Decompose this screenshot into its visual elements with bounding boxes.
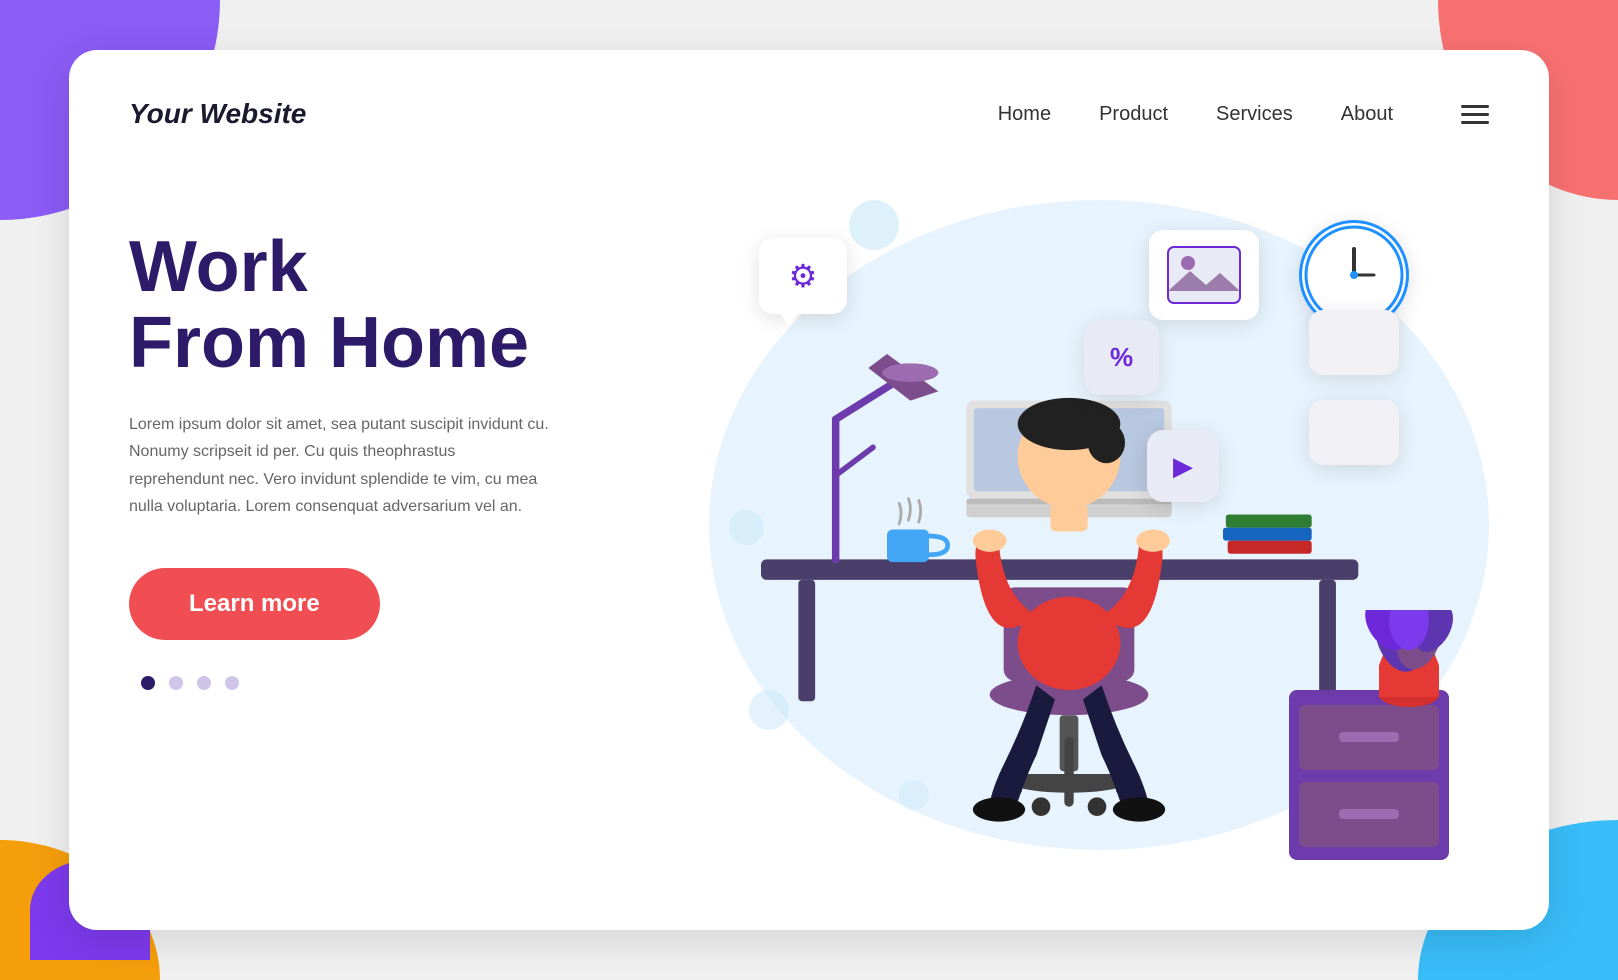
navigation: Home Product Services About: [998, 103, 1489, 126]
play-icon: ▶: [1173, 451, 1193, 482]
header: Your Website Home Product Services About: [69, 50, 1549, 150]
hamburger-line: [1461, 105, 1489, 108]
floating-image-card: [1149, 230, 1259, 320]
floating-rect-1: [1309, 310, 1399, 375]
hamburger-line: [1461, 113, 1489, 116]
nav-about[interactable]: About: [1341, 103, 1393, 126]
hamburger-menu[interactable]: [1461, 105, 1489, 124]
carousel-dots: [141, 676, 649, 690]
hero-description: Lorem ipsum dolor sit amet, sea putant s…: [129, 411, 549, 520]
nav-services[interactable]: Services: [1216, 103, 1293, 126]
right-panel: ⚙ % ▶: [649, 170, 1489, 930]
site-logo: Your Website: [129, 98, 306, 130]
gear-speech-bubble: ⚙: [759, 238, 847, 314]
dot-2[interactable]: [169, 676, 183, 690]
hero-title: Work From Home: [129, 230, 649, 381]
learn-more-button[interactable]: Learn more: [129, 568, 380, 640]
main-content: Work From Home Lorem ipsum dolor sit ame…: [69, 150, 1549, 930]
main-card: Your Website Home Product Services About…: [69, 50, 1549, 930]
cabinet-plant-area: [1269, 610, 1469, 870]
floating-percent-card: %: [1084, 320, 1159, 395]
hamburger-line: [1461, 121, 1489, 124]
dot-4[interactable]: [225, 676, 239, 690]
left-panel: Work From Home Lorem ipsum dolor sit ame…: [129, 170, 649, 690]
nav-product[interactable]: Product: [1099, 103, 1168, 126]
floating-play-card: ▶: [1147, 430, 1219, 502]
dot-1[interactable]: [141, 676, 155, 690]
image-icon: [1164, 243, 1244, 307]
gear-icon: ⚙: [789, 257, 818, 295]
nav-home[interactable]: Home: [998, 103, 1051, 126]
dot-3[interactable]: [197, 676, 211, 690]
floating-rect-2: [1309, 400, 1399, 465]
percent-icon: %: [1110, 342, 1133, 373]
